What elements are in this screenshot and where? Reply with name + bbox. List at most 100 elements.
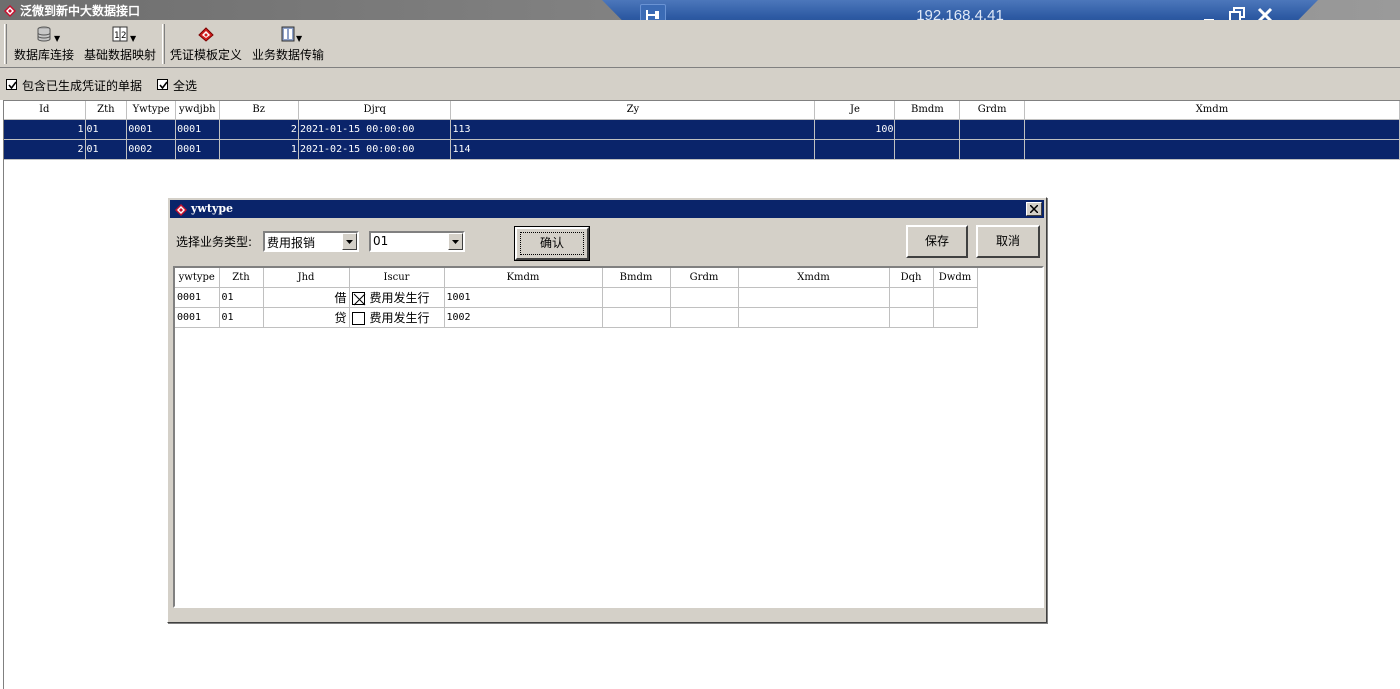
- cell-xmdm[interactable]: [738, 287, 890, 308]
- column-header[interactable]: Bmdm: [602, 268, 671, 288]
- cell-zth[interactable]: 01: [85, 119, 128, 140]
- save-button[interactable]: 保存: [906, 225, 968, 258]
- column-header[interactable]: Id: [4, 101, 86, 120]
- dialog-status-strip: [173, 609, 1044, 619]
- cell-ywtype[interactable]: 0001: [126, 119, 177, 140]
- column-header[interactable]: Iscur: [349, 268, 445, 288]
- include-generated-label: 包含已生成凭证的单据: [22, 79, 143, 93]
- mapping-icon: 12 ▼: [82, 26, 158, 44]
- business-data-transfer-button[interactable]: ▼ 业务数据传输: [250, 26, 326, 64]
- cell-je[interactable]: [814, 139, 896, 160]
- cell-kmdm[interactable]: 1002: [444, 307, 603, 328]
- dialog-title: ywtype: [191, 202, 234, 215]
- column-header[interactable]: ywdjbh: [175, 101, 220, 120]
- cell-djrq[interactable]: 2021-02-15 00:00:00: [298, 139, 452, 160]
- window-title: 泛微到新中大数据接口: [20, 4, 141, 18]
- voucher-template-label: 凭证模板定义: [169, 48, 242, 62]
- ywtype-dialog: ywtype 选择业务类型: 费用报销 01 确认 保存 取消 ywtype Z…: [167, 197, 1047, 623]
- business-type-select[interactable]: 费用报销: [263, 231, 359, 252]
- cell-id[interactable]: 1: [4, 119, 86, 140]
- voucher-template-button[interactable]: 凭证模板定义: [168, 26, 244, 64]
- cell-zth[interactable]: 01: [219, 307, 264, 328]
- column-header[interactable]: Bmdm: [894, 101, 961, 120]
- cell-jhd[interactable]: 贷: [263, 307, 350, 328]
- column-header[interactable]: Kmdm: [444, 268, 603, 288]
- toolbar: ▼ 数据库连接 12 ▼ 基础数据映射 凭证模板定义 ▼ 业务数据传输: [0, 20, 1400, 68]
- table-row[interactable]: 0001 01 借 费用发生行 1001: [175, 287, 978, 308]
- iscur-checkbox[interactable]: [351, 291, 365, 305]
- cell-zth[interactable]: 01: [219, 287, 264, 308]
- column-header[interactable]: ywtype: [175, 268, 220, 288]
- cell-iscur[interactable]: 费用发生行: [349, 307, 445, 328]
- table-row[interactable]: 2 01 0002 0001 1 2021-02-15 00:00:00 114: [4, 139, 1400, 160]
- column-header[interactable]: Djrq: [298, 101, 452, 120]
- business-type-label: 选择业务类型:: [176, 235, 253, 249]
- dialog-close-button[interactable]: [1026, 202, 1042, 216]
- cell-grdm[interactable]: [670, 307, 739, 328]
- chevron-down-icon[interactable]: [342, 233, 357, 250]
- cell-zth[interactable]: 01: [85, 139, 128, 160]
- voucher-template-grid[interactable]: ywtype Zth Jhd Iscur Kmdm Bmdm Grdm Xmdm…: [173, 266, 1044, 608]
- dialog-title-bar[interactable]: ywtype: [170, 200, 1044, 218]
- business-type-value: 费用报销: [267, 236, 316, 250]
- cancel-label: 取消: [995, 234, 1020, 248]
- cell-dqh[interactable]: [889, 307, 934, 328]
- cell-xmdm[interactable]: [1024, 119, 1400, 140]
- cell-bz[interactable]: 1: [219, 139, 299, 160]
- business-data-transfer-label: 业务数据传输: [251, 48, 324, 62]
- cell-xmdm[interactable]: [1024, 139, 1400, 160]
- cell-bmdm[interactable]: [602, 287, 671, 308]
- column-header[interactable]: Zth: [219, 268, 264, 288]
- cell-iscur[interactable]: 费用发生行: [349, 287, 445, 308]
- column-header[interactable]: Grdm: [959, 101, 1025, 120]
- column-header[interactable]: Xmdm: [738, 268, 890, 288]
- iscur-label: 费用发生行: [369, 310, 430, 325]
- cell-bmdm[interactable]: [894, 139, 961, 160]
- cell-grdm[interactable]: [670, 287, 739, 308]
- iscur-checkbox[interactable]: [351, 311, 365, 325]
- column-header[interactable]: Ywtype: [126, 101, 177, 120]
- column-header[interactable]: Je: [814, 101, 896, 120]
- column-header[interactable]: Zth: [85, 101, 128, 120]
- cell-jhd[interactable]: 借: [263, 287, 350, 308]
- cell-ywtype[interactable]: 0001: [175, 287, 220, 308]
- table-row[interactable]: 1 01 0001 0001 2 2021-01-15 00:00:00 113…: [4, 119, 1400, 140]
- column-header[interactable]: Dwdm: [933, 268, 978, 288]
- column-header[interactable]: Grdm: [670, 268, 739, 288]
- select-all-checkbox[interactable]: [157, 79, 168, 90]
- app-icon: [2, 2, 18, 18]
- cell-zy[interactable]: 114: [450, 139, 816, 160]
- cell-je[interactable]: 100: [814, 119, 896, 140]
- svg-text:2: 2: [121, 31, 126, 41]
- cell-djrq[interactable]: 2021-01-15 00:00:00: [298, 119, 452, 140]
- cell-kmdm[interactable]: 1001: [444, 287, 603, 308]
- cell-bmdm[interactable]: [602, 307, 671, 328]
- account-set-select[interactable]: 01: [369, 231, 465, 252]
- cell-xmdm[interactable]: [738, 307, 890, 328]
- cell-bz[interactable]: 2: [219, 119, 299, 140]
- cell-dwdm[interactable]: [933, 307, 978, 328]
- confirm-button[interactable]: 确认: [514, 226, 590, 261]
- include-generated-checkbox[interactable]: [6, 79, 17, 90]
- column-header[interactable]: Dqh: [889, 268, 934, 288]
- cell-id[interactable]: 2: [4, 139, 86, 160]
- column-header[interactable]: Xmdm: [1024, 101, 1400, 120]
- cell-grdm[interactable]: [959, 139, 1025, 160]
- cell-dqh[interactable]: [889, 287, 934, 308]
- cell-dwdm[interactable]: [933, 287, 978, 308]
- column-header[interactable]: Zy: [450, 101, 816, 120]
- cancel-button[interactable]: 取消: [976, 225, 1040, 258]
- base-data-mapping-button[interactable]: 12 ▼ 基础数据映射: [82, 26, 158, 64]
- cell-ywdjbh[interactable]: 0001: [175, 119, 220, 140]
- table-row[interactable]: 0001 01 贷 费用发生行 1002: [175, 307, 978, 328]
- cell-ywdjbh[interactable]: 0001: [175, 139, 220, 160]
- column-header[interactable]: Jhd: [263, 268, 350, 288]
- cell-bmdm[interactable]: [894, 119, 961, 140]
- column-header[interactable]: Bz: [219, 101, 299, 120]
- cell-zy[interactable]: 113: [450, 119, 816, 140]
- cell-ywtype[interactable]: 0001: [175, 307, 220, 328]
- cell-grdm[interactable]: [959, 119, 1025, 140]
- cell-ywtype[interactable]: 0002: [126, 139, 177, 160]
- database-connect-button[interactable]: ▼ 数据库连接: [12, 26, 76, 64]
- chevron-down-icon[interactable]: [448, 233, 463, 250]
